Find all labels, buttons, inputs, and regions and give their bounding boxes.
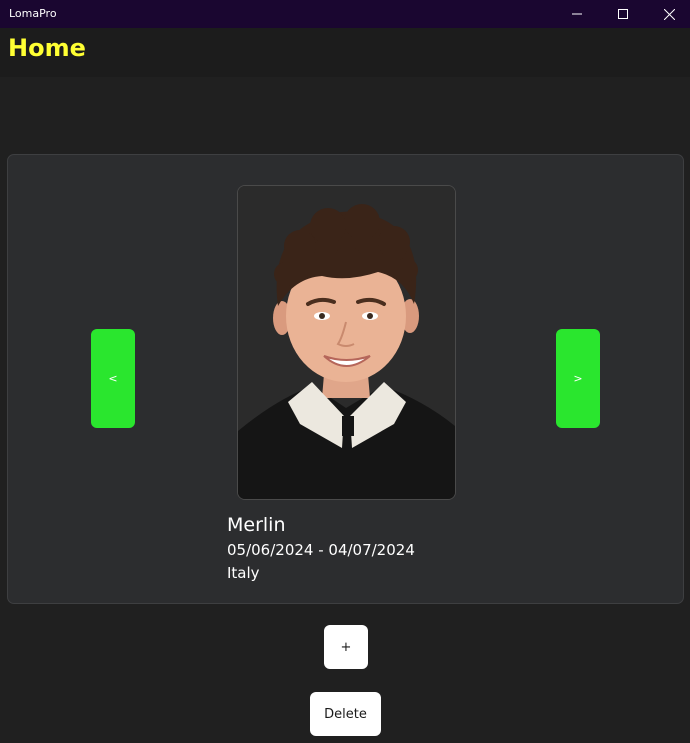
close-button[interactable] [646,0,690,28]
minimize-icon [572,13,582,15]
maximize-icon [618,9,628,19]
maximize-button[interactable] [600,0,646,28]
minimize-button[interactable] [554,0,600,28]
person-card: < > Merlin 05/06/2024 - 04/07/2024 Italy [7,154,684,604]
app-title: LomaPro [9,7,57,20]
add-button[interactable]: + [324,625,368,669]
page-header: Home [0,28,690,77]
person-name: Merlin [227,514,286,536]
close-icon [663,8,675,20]
next-button[interactable]: > [556,329,600,428]
person-photo [237,185,456,500]
previous-button[interactable]: < [91,329,135,428]
person-country: Italy [227,564,260,582]
person-dates: 05/06/2024 - 04/07/2024 [227,541,415,559]
page-title: Home [8,34,86,62]
portrait-image [238,186,455,499]
delete-button[interactable]: Delete [310,692,381,736]
window-titlebar: LomaPro [0,0,690,28]
